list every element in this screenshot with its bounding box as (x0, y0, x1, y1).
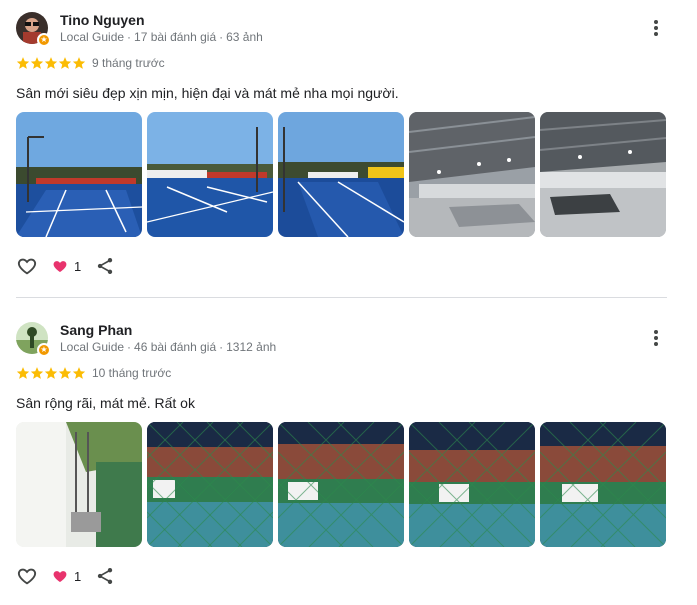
review-photo[interactable] (540, 422, 666, 547)
review-actions: 1 (16, 255, 115, 277)
review-photo[interactable] (147, 422, 273, 547)
star-icon (44, 57, 58, 69)
heart-outline-icon[interactable] (16, 565, 38, 587)
avatar[interactable]: ★ (16, 12, 51, 47)
reviews-count: 17 bài đánh giá (134, 30, 217, 44)
local-guide-badge-icon: ★ (37, 343, 51, 357)
author-meta: Local Guide · 46 bài đánh giá · 1312 ảnh (60, 340, 276, 354)
meta-separator: · (127, 340, 132, 354)
star-icon (30, 57, 44, 69)
reaction-count: 1 (74, 258, 82, 274)
reviews-count: 46 bài đánh giá (134, 340, 217, 354)
reaction-count-button[interactable]: 1 (52, 568, 81, 584)
reaction-count: 1 (74, 568, 82, 584)
star-icon (16, 367, 30, 379)
author-name[interactable]: Tino Nguyen (60, 12, 145, 28)
heart-outline-icon[interactable] (16, 255, 38, 277)
local-guide-label: Local Guide (60, 30, 125, 44)
share-icon[interactable] (95, 566, 115, 586)
review-time: 9 tháng trước (92, 56, 165, 70)
share-icon[interactable] (95, 256, 115, 276)
review-actions: 1 (16, 565, 115, 587)
review-photos (16, 422, 666, 547)
review-photo[interactable] (278, 112, 404, 237)
star-rating (16, 366, 86, 380)
review-photo[interactable] (16, 422, 142, 547)
review-photo[interactable] (278, 422, 404, 547)
more-options-button[interactable] (648, 328, 664, 350)
meta-separator: · (127, 30, 132, 44)
more-vert-icon (648, 20, 664, 36)
review-text: Sân mới siêu đẹp xịn mịn, hiện đại và má… (16, 85, 399, 101)
photos-count: 1312 ảnh (226, 340, 277, 354)
author-name[interactable]: Sang Phan (60, 322, 132, 338)
reaction-count-button[interactable]: 1 (52, 258, 81, 274)
star-icon (58, 57, 72, 69)
review-photo[interactable] (409, 112, 535, 237)
heart-filled-icon (53, 261, 67, 272)
star-icon (30, 367, 44, 379)
star-rating (16, 56, 86, 70)
review-time: 10 tháng trước (92, 366, 172, 380)
heart-filled-icon (53, 571, 67, 582)
review-photo[interactable] (16, 112, 142, 237)
review-photos (16, 112, 666, 237)
local-guide-label: Local Guide (60, 340, 125, 354)
review-text: Sân rộng rãi, mát mẻ. Rất ok (16, 395, 195, 411)
review-photo[interactable] (147, 112, 273, 237)
divider (16, 297, 667, 298)
more-vert-icon (648, 330, 664, 346)
star-icon (72, 57, 86, 69)
author-meta: Local Guide · 17 bài đánh giá · 63 ảnh (60, 30, 263, 44)
star-icon (44, 367, 58, 379)
avatar[interactable]: ★ (16, 322, 51, 357)
local-guide-badge-icon: ★ (37, 33, 51, 47)
review-photo[interactable] (540, 112, 666, 237)
star-icon (58, 367, 72, 379)
meta-separator: · (219, 30, 224, 44)
photos-count: 63 ảnh (226, 30, 263, 44)
star-icon (16, 57, 30, 69)
star-icon (72, 367, 86, 379)
more-options-button[interactable] (648, 18, 664, 40)
review-photo[interactable] (409, 422, 535, 547)
meta-separator: · (219, 340, 224, 354)
